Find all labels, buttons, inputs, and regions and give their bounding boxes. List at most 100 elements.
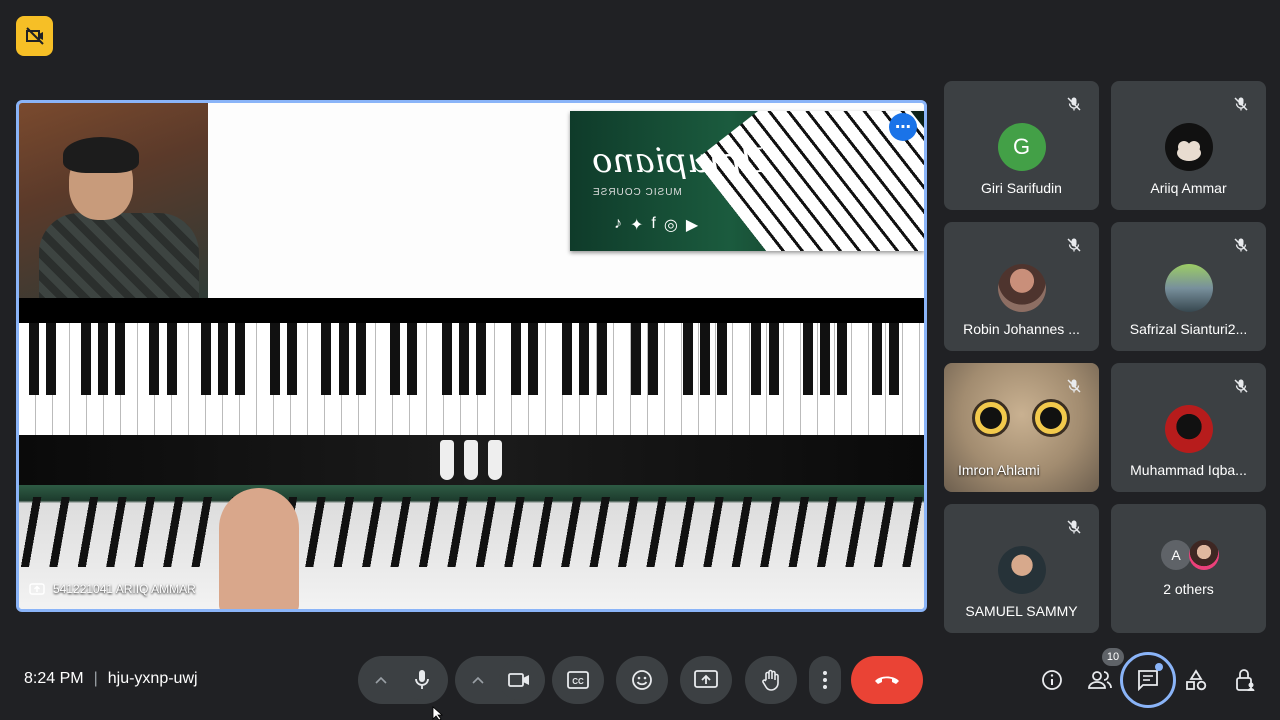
avatar: A bbox=[1161, 540, 1191, 570]
twitter-icon: ✦ bbox=[630, 217, 644, 234]
participant-tile[interactable]: SAMUEL SAMMY bbox=[944, 504, 1099, 633]
meeting-time: 8:24 PM bbox=[24, 670, 84, 687]
ilmupiano-banner: Ilmupiano MUSIC COURSE ♪ ✦ f ◎ ▶ bbox=[570, 111, 924, 251]
player-hand bbox=[219, 488, 299, 609]
phone-hangup-icon bbox=[875, 676, 899, 684]
avatar bbox=[1189, 540, 1219, 570]
lock-person-icon bbox=[1236, 669, 1255, 691]
participant-tile[interactable]: Robin Johannes ... bbox=[944, 222, 1099, 351]
piano-pedals bbox=[431, 440, 511, 480]
black-key bbox=[441, 323, 452, 395]
chat-icon bbox=[1138, 670, 1158, 691]
camera-control bbox=[455, 656, 545, 704]
people-button[interactable] bbox=[1084, 664, 1116, 696]
black-key bbox=[717, 323, 727, 395]
black-key bbox=[149, 323, 160, 395]
captions-icon: CC bbox=[567, 671, 589, 689]
black-key bbox=[29, 323, 39, 395]
people-icon bbox=[1088, 671, 1112, 689]
raise-hand-button[interactable] bbox=[745, 656, 797, 704]
info-icon bbox=[1042, 670, 1062, 690]
meeting-info-separator: | bbox=[93, 670, 98, 687]
virtual-piano-black-keys bbox=[19, 323, 924, 395]
mic-options-chevron-icon[interactable] bbox=[374, 670, 388, 690]
hand-icon bbox=[762, 669, 779, 691]
participant-name: Safrizal Sianturi2... bbox=[1129, 321, 1248, 337]
mic-off-icon bbox=[1063, 516, 1085, 538]
black-key bbox=[80, 323, 91, 395]
present-screen-icon bbox=[694, 670, 718, 688]
black-key bbox=[871, 323, 882, 395]
participant-tile[interactable]: Muhammad Iqba... bbox=[1111, 363, 1266, 492]
host-controls-button[interactable] bbox=[1229, 664, 1261, 696]
black-key bbox=[820, 323, 831, 395]
mic-off-icon bbox=[1230, 234, 1252, 256]
others-tile[interactable]: A 2 others bbox=[1111, 504, 1266, 633]
black-key bbox=[269, 323, 280, 395]
participant-tile[interactable]: G Giri Sarifudin bbox=[944, 81, 1099, 210]
captions-button[interactable]: CC bbox=[552, 656, 604, 704]
keyboard-top-bar bbox=[19, 298, 924, 326]
shapes-icon bbox=[1186, 669, 1207, 691]
more-options-icon[interactable]: ⋯ bbox=[889, 113, 917, 141]
microphone-icon bbox=[415, 670, 429, 689]
avatar bbox=[997, 546, 1046, 594]
mic-off-icon bbox=[1063, 375, 1085, 397]
black-key bbox=[527, 323, 538, 395]
present-now-button[interactable] bbox=[680, 656, 732, 704]
more-vert-icon bbox=[823, 671, 827, 689]
black-key bbox=[459, 323, 469, 395]
presenter-camera-overlay bbox=[19, 103, 208, 303]
camera-button[interactable] bbox=[499, 660, 539, 700]
presenter-name-label: 541221041 ARIIQ AMMAR bbox=[29, 581, 196, 597]
black-key bbox=[803, 323, 813, 395]
black-key bbox=[46, 323, 57, 395]
activities-button[interactable] bbox=[1180, 664, 1212, 696]
meeting-details-button[interactable] bbox=[1036, 664, 1068, 696]
camera-icon bbox=[508, 673, 529, 687]
camera-options-chevron-icon[interactable] bbox=[471, 670, 485, 690]
microphone-control bbox=[358, 656, 448, 704]
reactions-button[interactable] bbox=[616, 656, 668, 704]
black-key bbox=[596, 323, 607, 395]
youtube-icon: ▶ bbox=[685, 217, 699, 234]
leave-call-button[interactable] bbox=[851, 656, 923, 704]
main-presentation-tile[interactable]: Ilmupiano MUSIC COURSE ♪ ✦ f ◎ ▶ ⋯ 54122… bbox=[16, 100, 927, 612]
black-key bbox=[355, 323, 366, 395]
black-key bbox=[579, 323, 590, 395]
avatar: G bbox=[997, 123, 1046, 171]
black-key bbox=[115, 323, 125, 395]
facebook-icon: f bbox=[651, 215, 656, 232]
chat-button[interactable] bbox=[1120, 652, 1176, 708]
present-icon bbox=[29, 583, 45, 595]
others-label: 2 others bbox=[1163, 581, 1214, 597]
participant-name: Robin Johannes ... bbox=[963, 321, 1080, 337]
black-key bbox=[201, 323, 211, 395]
recording-indicator[interactable] bbox=[16, 16, 53, 56]
bottom-control-bar: 8:24 PM | hju-yxnp-uwj CC 10 bbox=[0, 648, 1280, 720]
participant-name: Imron Ahlami bbox=[958, 462, 1040, 478]
avatar bbox=[1164, 264, 1213, 312]
black-key bbox=[407, 323, 418, 395]
black-key bbox=[218, 323, 229, 395]
participant-tile[interactable]: Safrizal Sianturi2... bbox=[1111, 222, 1266, 351]
black-key bbox=[97, 323, 108, 395]
emoji-icon bbox=[632, 670, 652, 690]
participant-name: Muhammad Iqba... bbox=[1130, 462, 1247, 478]
microphone-button[interactable] bbox=[402, 660, 442, 700]
participant-name: Giri Sarifudin bbox=[981, 180, 1062, 196]
participant-tile[interactable]: Ariiq Ammar bbox=[1111, 81, 1266, 210]
black-key bbox=[166, 323, 177, 395]
more-options-button[interactable] bbox=[809, 656, 841, 704]
black-key bbox=[699, 323, 710, 395]
mouse-cursor-icon bbox=[432, 706, 444, 720]
black-key bbox=[390, 323, 401, 395]
black-key bbox=[682, 323, 693, 395]
participant-tile[interactable]: Imron Ahlami bbox=[944, 363, 1099, 492]
meet-window: Ilmupiano MUSIC COURSE ♪ ✦ f ◎ ▶ ⋯ 54122… bbox=[0, 0, 1280, 720]
black-key bbox=[338, 323, 349, 395]
participant-name: SAMUEL SAMMY bbox=[965, 603, 1078, 619]
tiktok-icon: ♪ bbox=[614, 215, 622, 232]
banner-social-icons: ♪ ✦ f ◎ ▶ bbox=[614, 215, 698, 235]
mic-off-icon bbox=[1230, 375, 1252, 397]
